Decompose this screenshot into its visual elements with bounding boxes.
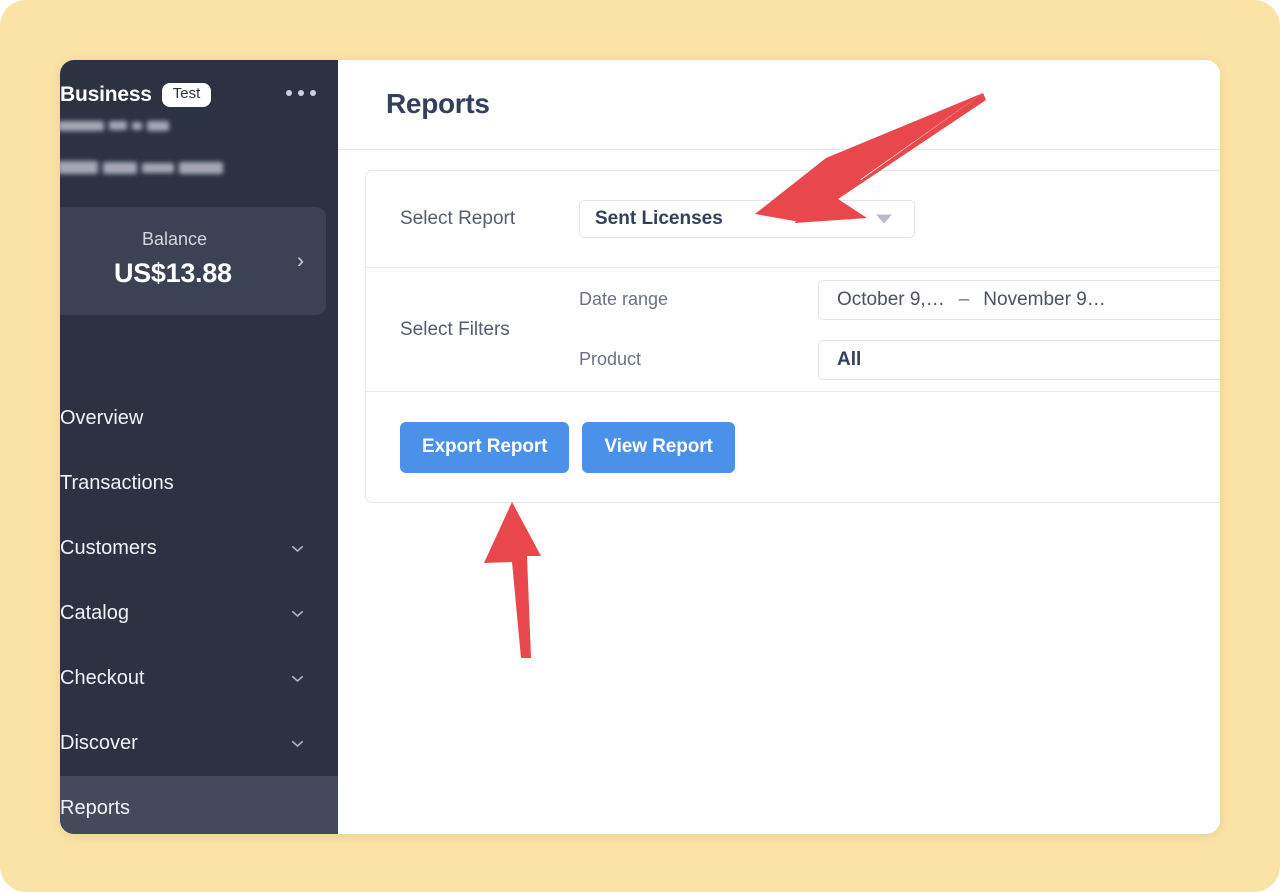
sidebar-item-transactions[interactable]: Transactions [60, 451, 338, 516]
dot-3 [310, 90, 316, 96]
chevron-down-icon [291, 672, 304, 685]
overflow-menu-icon[interactable] [286, 90, 316, 96]
date-range-start: October 9,… [837, 289, 945, 311]
balance-label: Balance [142, 229, 207, 250]
sidebar-item-catalog[interactable]: Catalog [60, 581, 338, 646]
main-content: Reports Select Report Sent Licenses Sele… [338, 60, 1220, 834]
title-divider [338, 149, 1220, 150]
sidebar-item-discover[interactable]: Discover [60, 711, 338, 776]
chevron-down-icon [291, 737, 304, 750]
date-range-end: November 9… [983, 289, 1106, 311]
sidebar-item-label: Checkout [60, 667, 145, 690]
sidebar-item-label: Catalog [60, 602, 129, 625]
dot-2 [298, 90, 304, 96]
mode-badge: Test [162, 83, 212, 107]
redacted-account-line-1 [60, 117, 174, 135]
page-background: Business Test Balance US$13.88 › [0, 0, 1280, 892]
sidebar-item-label: Discover [60, 732, 138, 755]
product-label: Product [579, 349, 818, 370]
filter-date-range: Date range October 9,… – November 9… [579, 270, 1220, 330]
sidebar-item-label: Reports [60, 797, 130, 820]
action-buttons: Export Report View Report [366, 422, 735, 473]
report-form-card: Select Report Sent Licenses Select Filte… [365, 170, 1220, 503]
sidebar-item-checkout[interactable]: Checkout [60, 646, 338, 711]
date-range-separator: – [959, 289, 970, 311]
chevron-down-icon [876, 215, 892, 224]
product-select[interactable]: All [818, 340, 1220, 380]
sidebar-nav: Overview Transactions Customers Catalog Chec… [60, 386, 338, 834]
chevron-right-icon: › [297, 251, 304, 272]
row-actions: Export Report View Report [366, 392, 1220, 502]
sidebar-item-reports[interactable]: Reports [60, 776, 338, 834]
page-title: Reports [386, 88, 490, 120]
date-range-label: Date range [579, 289, 818, 310]
sidebar: Business Test Balance US$13.88 › [60, 60, 338, 834]
row-select-filters: Select Filters Date range October 9,… – … [366, 268, 1220, 392]
app-window: Business Test Balance US$13.88 › [60, 60, 1220, 834]
balance-amount: US$13.88 [114, 258, 232, 289]
select-filters-fields: Date range October 9,… – November 9… Pro… [579, 270, 1220, 390]
date-range-input[interactable]: October 9,… – November 9… [818, 280, 1220, 320]
sidebar-item-label: Transactions [60, 472, 174, 495]
chevron-down-icon [291, 542, 304, 555]
sidebar-header: Business Test [60, 60, 338, 110]
export-report-button[interactable]: Export Report [400, 422, 569, 473]
view-report-button[interactable]: View Report [582, 422, 734, 473]
select-filters-label: Select Filters [366, 319, 579, 341]
product-value: All [837, 349, 861, 371]
sidebar-item-overview[interactable]: Overview [60, 386, 338, 451]
filter-product: Product All [579, 330, 1220, 390]
sidebar-item-label: Customers [60, 537, 157, 560]
select-report-field: Sent Licenses [579, 200, 1220, 238]
redacted-account-line-2 [60, 159, 228, 177]
dot-1 [286, 90, 292, 96]
sidebar-item-label: Overview [60, 407, 143, 430]
row-select-report: Select Report Sent Licenses [366, 171, 1220, 268]
balance-card[interactable]: Balance US$13.88 › [60, 207, 326, 315]
sidebar-item-customers[interactable]: Customers [60, 516, 338, 581]
select-report-dropdown[interactable]: Sent Licenses [579, 200, 915, 238]
chevron-down-icon [291, 607, 304, 620]
select-report-value: Sent Licenses [580, 208, 723, 230]
select-report-label: Select Report [366, 208, 579, 230]
business-name: Business [60, 83, 152, 107]
